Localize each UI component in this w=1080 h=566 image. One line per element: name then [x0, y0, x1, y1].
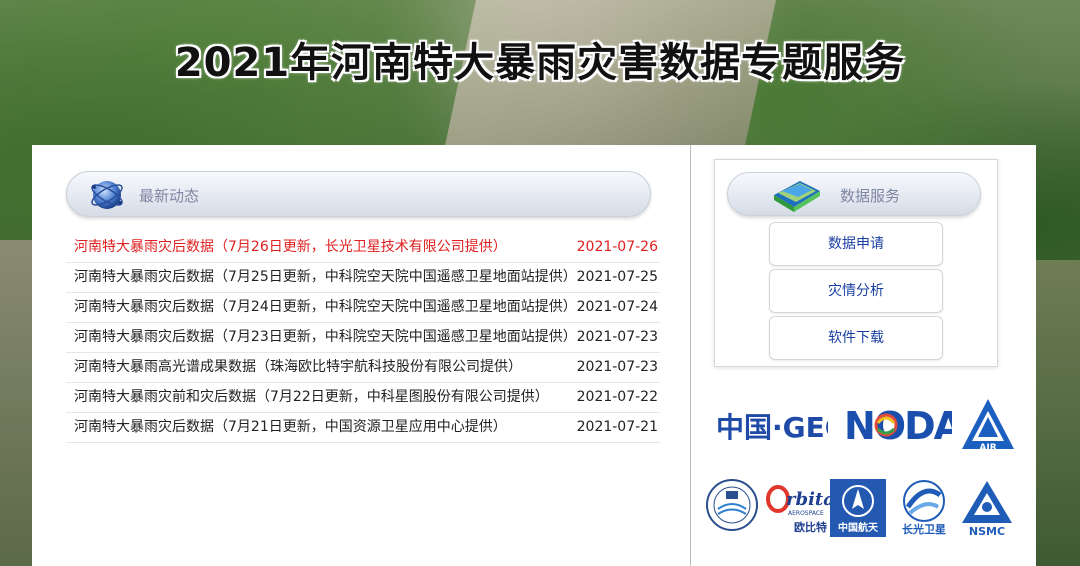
changguang-logo[interactable]: 长光卫星	[894, 477, 954, 537]
news-date: 2021-07-25	[576, 269, 658, 285]
orbita-logo-graphic: rbita AEROSPACE 欧比特	[766, 485, 835, 534]
nsmc-logo[interactable]: NSMC	[958, 479, 1016, 538]
data-service-label: 数据服务	[840, 187, 901, 205]
data-service-header: 数据服务	[727, 172, 981, 216]
column-divider	[690, 145, 691, 566]
news-item[interactable]: 河南特大暴雨灾后数据（7月26日更新，长光卫星技术有限公司提供） 2021-07…	[66, 233, 660, 263]
changguang-logo-text: 长光卫星	[902, 522, 946, 536]
casc-logo[interactable]: 中国航天	[830, 479, 886, 537]
news-title[interactable]: 河南特大暴雨高光谱成果数据（珠海欧比特宇航科技股份有限公司提供）	[74, 353, 522, 381]
software-download-button[interactable]: 软件下载	[769, 316, 943, 360]
news-title[interactable]: 河南特大暴雨灾后数据（7月23日更新，中科院空天院中国遥感卫星地面站提供）	[74, 323, 577, 351]
orbita-logo-subtext: AEROSPACE	[788, 510, 824, 517]
cresda-logo[interactable]	[704, 477, 760, 533]
news-date: 2021-07-23	[576, 359, 658, 375]
news-item[interactable]: 河南特大暴雨灾后数据（7月23日更新，中科院空天院中国遥感卫星地面站提供） 20…	[66, 323, 660, 353]
news-item[interactable]: 河南特大暴雨灾后数据（7月21日更新，中国资源卫星应用中心提供） 2021-07…	[66, 413, 660, 443]
noda-logo-text: NODA	[844, 404, 952, 448]
disaster-analysis-button[interactable]: 灾情分析	[769, 269, 943, 313]
noda-logo-graphic: NODA	[844, 404, 966, 448]
news-header: 最新动态	[66, 171, 651, 217]
main-panel: 最新动态 河南特大暴雨灾后数据（7月26日更新，长光卫星技术有限公司提供） 20…	[32, 145, 1036, 566]
air-logo-text: AIR	[979, 443, 996, 453]
casc-logo-graphic: 中国航天	[830, 479, 886, 537]
news-date: 2021-07-24	[576, 299, 658, 315]
news-item[interactable]: 河南特大暴雨灾前和灾后数据（7月22日更新，中科星图股份有限公司提供） 2021…	[66, 383, 660, 413]
china-geo-logo-text: 中国·GEO	[716, 411, 828, 444]
news-item[interactable]: 河南特大暴雨灾后数据（7月24日更新，中科院空天院中国遥感卫星地面站提供） 20…	[66, 293, 660, 323]
news-title[interactable]: 河南特大暴雨灾前和灾后数据（7月22日更新，中科星图股份有限公司提供）	[74, 383, 549, 411]
nsmc-logo-graphic: NSMC	[962, 481, 1012, 538]
background-trees	[1034, 260, 1080, 566]
news-header-label: 最新动态	[139, 187, 200, 205]
news-title[interactable]: 河南特大暴雨灾后数据（7月25日更新，中科院空天院中国遥感卫星地面站提供）	[74, 263, 577, 291]
air-logo[interactable]: AIR	[958, 397, 1018, 453]
news-list: 河南特大暴雨灾后数据（7月26日更新，长光卫星技术有限公司提供） 2021-07…	[66, 233, 660, 443]
news-date: 2021-07-23	[576, 329, 658, 345]
news-date: 2021-07-22	[576, 389, 658, 405]
news-item[interactable]: 河南特大暴雨高光谱成果数据（珠海欧比特宇航科技股份有限公司提供） 2021-07…	[66, 353, 660, 383]
news-date: 2021-07-21	[576, 419, 658, 435]
globe-icon	[91, 181, 123, 209]
news-title[interactable]: 河南特大暴雨灾后数据（7月26日更新，长光卫星技术有限公司提供）	[74, 233, 507, 261]
noda-logo[interactable]: NODA	[842, 399, 966, 449]
book-icon	[774, 181, 820, 212]
page-title: 2021年河南特大暴雨灾害数据专题服务	[174, 40, 906, 86]
news-date: 2021-07-26	[576, 239, 658, 255]
changguang-logo-graphic: 长光卫星	[902, 480, 946, 536]
news-item[interactable]: 河南特大暴雨灾后数据（7月25日更新，中科院空天院中国遥感卫星地面站提供） 20…	[66, 263, 660, 293]
nsmc-logo-text: NSMC	[969, 525, 1005, 537]
orbita-logo[interactable]: rbita AEROSPACE 欧比特	[764, 475, 835, 537]
orbita-logo-cn-text: 欧比特	[794, 520, 827, 534]
news-title[interactable]: 河南特大暴雨灾后数据（7月21日更新，中国资源卫星应用中心提供）	[74, 413, 507, 441]
air-logo-graphic: AIR	[962, 399, 1014, 453]
news-title[interactable]: 河南特大暴雨灾后数据（7月24日更新，中科院空天院中国遥感卫星地面站提供）	[74, 293, 577, 321]
orbita-logo-text: rbita	[786, 489, 830, 510]
cresda-logo-graphic	[706, 479, 758, 531]
china-geo-logo-graphic: 中国·GEO	[716, 411, 849, 444]
china-geo-logo[interactable]: 中国·GEO	[716, 401, 849, 449]
data-request-button[interactable]: 数据申请	[769, 222, 943, 266]
casc-logo-text: 中国航天	[838, 521, 879, 534]
data-service-box: 数据服务 数据申请 灾情分析 软件下载	[714, 159, 998, 367]
